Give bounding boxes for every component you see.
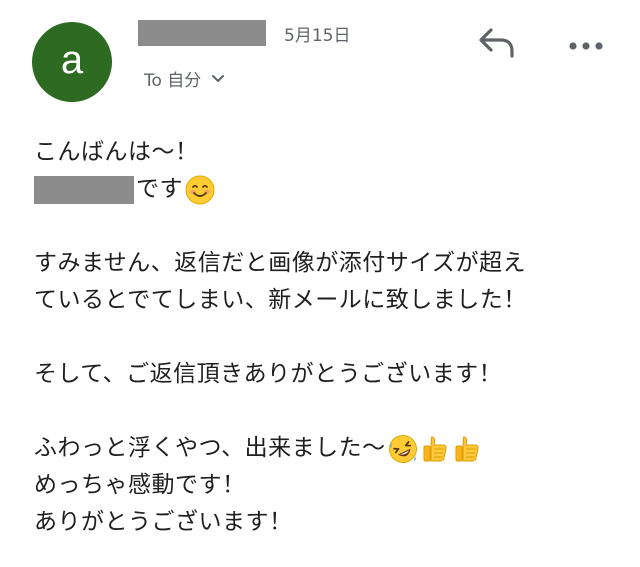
message-date: 5月15日 [284,26,351,46]
chevron-down-icon [211,69,225,89]
avatar-letter: a [60,38,84,82]
reply-icon [477,26,517,62]
redacted-name [34,175,134,204]
rolling-laughing-emoji [388,434,418,464]
body-line: ているとでてしまい、新メールに致しました！ [34,282,624,319]
body-text: ふわっと浮くやつ、出来ました〜 [34,435,386,461]
body-text: すみません、返信だと画像が添付サイズが超え [34,250,527,276]
more-horizontal-icon [568,36,604,55]
body-text: です [136,176,183,202]
body-text: めっちゃ感動です！ [34,472,246,498]
smiling-face-emoji [185,175,215,205]
message-body: こんばんは〜！ です すみません、返信だと画像が添付サイズが超え ているとでてし… [34,134,624,541]
body-text: そして、ご返信頂きありがとうございます！ [34,361,503,387]
body-line: こんばんは〜！ [34,134,624,171]
body-text: ありがとうございます！ [34,509,293,535]
body-line: すみません、返信だと画像が添付サイズが超え [34,245,624,282]
more-options-button[interactable] [562,30,610,60]
body-line: めっちゃ感動です！ [34,467,624,504]
body-line: です [34,171,624,208]
reply-button[interactable] [474,24,520,64]
recipient-details-toggle[interactable]: To 自分 [144,66,225,91]
sender-name-redacted [138,20,266,46]
thumbs-up-emoji [420,434,450,464]
body-line: ありがとうございます！ [34,504,624,541]
thumbs-up-emoji [452,434,482,464]
email-message-view: a 5月15日 To 自分 こんばんは〜！ です すみません、返信だと画像が添付… [0,0,640,567]
body-text: こんばんは〜！ [34,139,199,165]
avatar[interactable]: a [32,22,112,102]
body-line: ふわっと浮くやつ、出来ました〜 [34,430,624,467]
body-text: ているとでてしまい、新メールに致しました！ [34,287,527,313]
recipient-label: To 自分 [144,71,202,91]
body-line: そして、ご返信頂きありがとうございます！ [34,356,624,393]
